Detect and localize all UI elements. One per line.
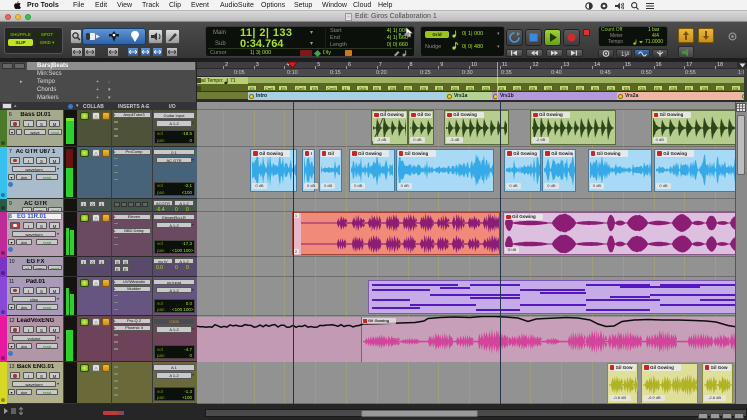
svg-text:1|A: 1|A xyxy=(621,52,629,57)
